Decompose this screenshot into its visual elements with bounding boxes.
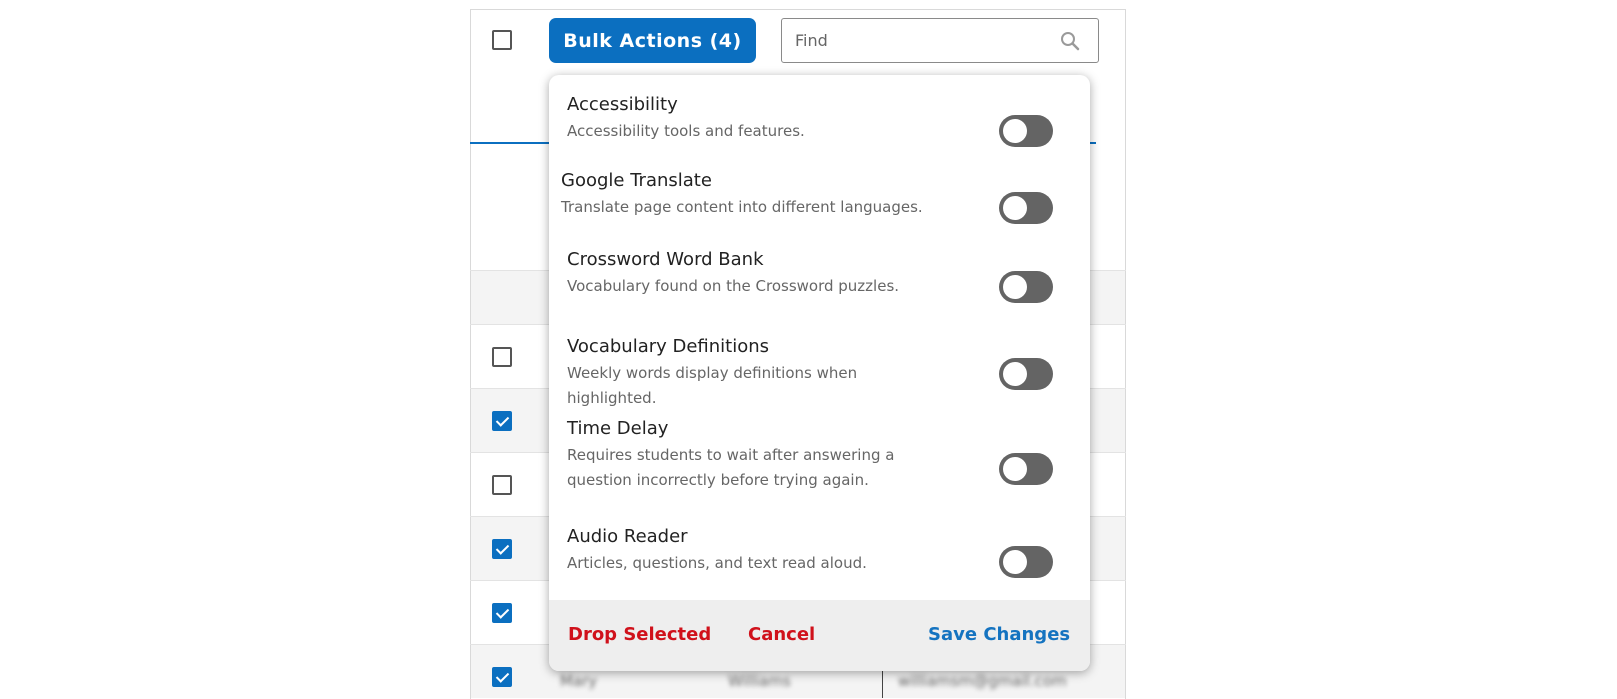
crossword-word-bank-toggle[interactable] [999,271,1053,303]
popup-footer: Drop Selected Cancel Save Changes [549,600,1090,671]
option-title: Time Delay [567,418,669,439]
option-title: Google Translate [561,170,712,191]
option-description: Accessibility tools and features. [567,122,805,140]
google-translate-toggle[interactable] [999,192,1053,224]
toggle-knob [1003,362,1027,386]
option-description: Vocabulary found on the Crossword puzzle… [567,277,900,295]
select-all-checkbox[interactable] [492,30,512,50]
row-checkbox[interactable] [492,475,512,495]
cancel-button[interactable]: Cancel [748,624,815,645]
option-description: Articles, questions, and text read aloud… [567,554,867,572]
search-icon[interactable] [1060,31,1080,56]
find-input[interactable] [782,19,1045,62]
row-checkbox[interactable] [492,411,512,431]
accessibility-toggle[interactable] [999,115,1053,147]
student-email: williamsm@gmail.com [898,672,1067,690]
bulk-actions-popup: Accessibility Accessibility tools and fe… [549,75,1090,671]
option-description: Requires students to wait after answerin… [567,446,895,489]
toggle-knob [1003,196,1027,220]
row-checkbox[interactable] [492,539,512,559]
option-title: Audio Reader [567,526,688,547]
toggle-knob [1003,119,1027,143]
option-time-delay: Time Delay Requires students to wait aft… [567,417,1067,493]
row-checkbox[interactable] [492,347,512,367]
save-changes-button[interactable]: Save Changes [928,624,1070,645]
time-delay-toggle[interactable] [999,453,1053,485]
student-last-name: Williams [728,672,791,690]
option-title: Crossword Word Bank [567,249,764,270]
student-first-name: Mary [560,672,598,690]
option-title: Accessibility [567,94,678,115]
bulk-actions-button[interactable]: Bulk Actions (4) [549,18,756,63]
option-vocabulary-definitions: Vocabulary Definitions Weekly words disp… [567,335,1067,411]
option-crossword-word-bank: Crossword Word Bank Vocabulary found on … [567,248,1067,299]
toggle-knob [1003,275,1027,299]
option-audio-reader: Audio Reader Articles, questions, and te… [567,525,1067,576]
toggle-knob [1003,457,1027,481]
option-title: Vocabulary Definitions [567,336,770,357]
option-description: Weekly words display definitions when hi… [567,364,858,407]
row-checkbox[interactable] [492,667,512,687]
row-checkbox[interactable] [492,603,512,623]
option-description: Translate page content into different la… [561,198,923,216]
audio-reader-toggle[interactable] [999,546,1053,578]
drop-selected-button[interactable]: Drop Selected [568,624,711,645]
find-field[interactable] [781,18,1099,63]
option-accessibility: Accessibility Accessibility tools and fe… [567,93,1067,144]
option-google-translate: Google Translate Translate page content … [561,169,1061,220]
toggle-knob [1003,550,1027,574]
vocabulary-definitions-toggle[interactable] [999,358,1053,390]
